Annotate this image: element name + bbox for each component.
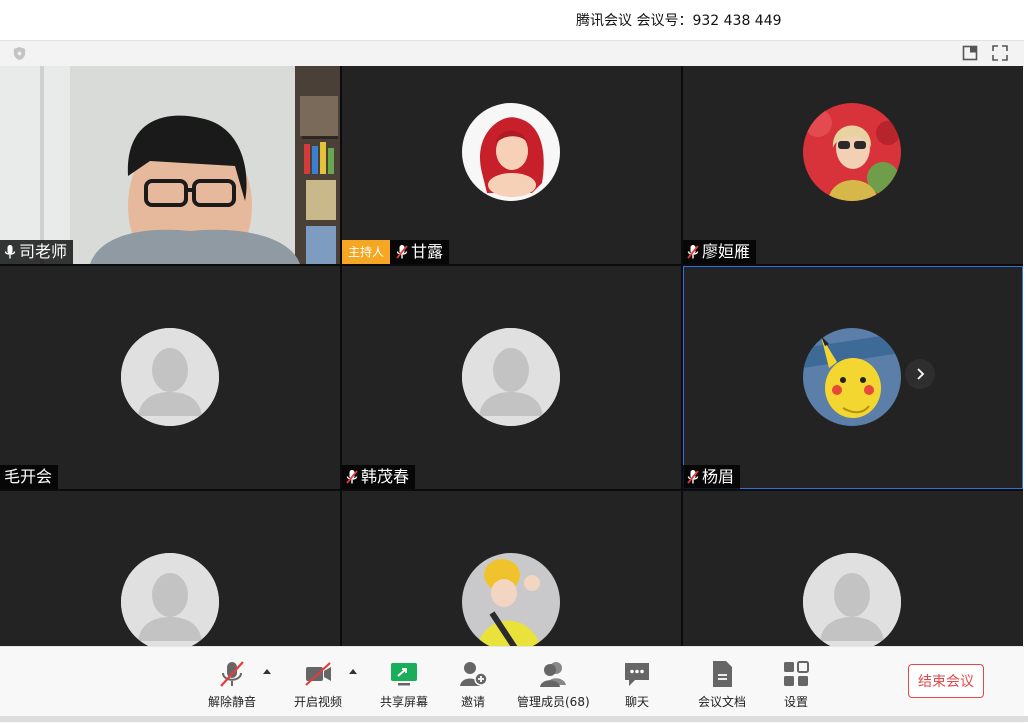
- microphone-icon: [4, 245, 16, 259]
- participant-name: 毛开会: [4, 467, 53, 486]
- invite-button[interactable]: 邀请: [458, 659, 488, 710]
- document-icon: [713, 661, 732, 687]
- unmute-button[interactable]: 解除静音: [208, 659, 256, 710]
- host-badge: 主持人: [342, 240, 391, 264]
- sunglasses-avatar: [803, 103, 901, 201]
- microphone-muted-icon: [687, 470, 699, 484]
- name-tag: 杨眉: [683, 465, 741, 489]
- add-user-icon: [460, 662, 488, 686]
- participant-tile[interactable]: 司老师: [0, 66, 340, 264]
- settings-button[interactable]: 设置: [781, 659, 811, 710]
- start-video-button[interactable]: 开启视频: [294, 659, 342, 710]
- share-screen-button[interactable]: 共享屏幕: [380, 659, 428, 710]
- manage-members-label: 管理成员(68): [517, 695, 590, 709]
- meeting-controls: 解除静音 开启视频 共享屏幕 邀请 管理成员(68) 聊天 会议文档 设置 结束…: [0, 646, 1024, 723]
- participant-name: 廖姮雁: [702, 242, 751, 261]
- default-avatar: [462, 328, 560, 426]
- window-bottom-edge: [0, 716, 1028, 722]
- participant-tile[interactable]: 杨眉: [683, 266, 1023, 489]
- participant-name: 杨眉: [702, 467, 735, 486]
- unmute-label: 解除静音: [208, 695, 257, 709]
- camera-off-icon: [305, 662, 331, 686]
- microphone-muted-icon: [220, 661, 244, 687]
- participant-tile[interactable]: 主持人 甘露: [342, 66, 681, 264]
- settings-grid-icon: [784, 661, 809, 686]
- participant-tile[interactable]: [0, 491, 340, 646]
- share-screen-icon: [391, 663, 417, 686]
- name-tag: 韩茂春: [342, 465, 416, 489]
- meeting-id: 932 438 449: [692, 13, 782, 29]
- mermaid-avatar: [462, 103, 560, 201]
- meeting-title: 腾讯会议 会议号：932 438 449: [576, 10, 782, 30]
- participant-name: 韩茂春: [361, 467, 410, 486]
- pikachu-avatar: [803, 328, 901, 426]
- participant-name: 司老师: [19, 242, 68, 261]
- default-avatar: [121, 553, 219, 646]
- members-icon: [540, 662, 567, 687]
- name-tag: 毛开会: [0, 465, 59, 489]
- meeting-id-label: 会议号：: [636, 13, 693, 29]
- start-video-label: 开启视频: [294, 695, 343, 709]
- name-tag: 廖姮雁: [683, 240, 757, 264]
- chevron-right-icon: [917, 368, 925, 380]
- caret-up-icon[interactable]: [349, 669, 357, 674]
- shield-icon[interactable]: [12, 46, 27, 61]
- invite-label: 邀请: [460, 695, 485, 709]
- default-avatar: [803, 553, 901, 646]
- documents-label: 会议文档: [698, 695, 747, 709]
- chat-icon: [625, 663, 649, 686]
- view-toolbar: [0, 40, 1024, 67]
- settings-label: 设置: [783, 695, 808, 709]
- microphone-muted-icon: [687, 245, 699, 259]
- participant-name: 甘露: [411, 242, 444, 261]
- yellow-hat-avatar: [462, 553, 560, 646]
- default-avatar: [121, 328, 219, 426]
- name-tag: 主持人 甘露: [342, 240, 450, 264]
- participant-tile[interactable]: 毛开会: [0, 266, 340, 489]
- participant-tile[interactable]: 廖姮雁: [683, 66, 1023, 264]
- manage-members-button[interactable]: 管理成员(68): [517, 659, 590, 710]
- participant-tile[interactable]: 韩茂春: [342, 266, 681, 489]
- title-bar: 腾讯会议 会议号：932 438 449: [0, 0, 1028, 40]
- video-grid: 司老师 主持人 甘露 廖姮雁 毛开会 韩茂春 杨眉: [0, 66, 1023, 646]
- app-name: 腾讯会议: [576, 13, 632, 29]
- fullscreen-icon[interactable]: [992, 45, 1008, 61]
- participant-tile[interactable]: [342, 491, 681, 646]
- chat-button[interactable]: 聊天: [622, 659, 652, 710]
- caret-up-icon[interactable]: [263, 669, 271, 674]
- camera-video: [0, 66, 340, 264]
- next-page-button[interactable]: [905, 359, 935, 389]
- layout-icon[interactable]: [962, 45, 978, 61]
- documents-button[interactable]: 会议文档: [698, 659, 746, 710]
- share-screen-label: 共享屏幕: [380, 695, 429, 709]
- name-tag: 司老师: [0, 240, 74, 264]
- microphone-muted-icon: [346, 470, 358, 484]
- chat-label: 聊天: [624, 695, 649, 709]
- end-meeting-button[interactable]: 结束会议: [908, 664, 984, 698]
- microphone-muted-icon: [396, 245, 408, 259]
- participant-tile[interactable]: [683, 491, 1023, 646]
